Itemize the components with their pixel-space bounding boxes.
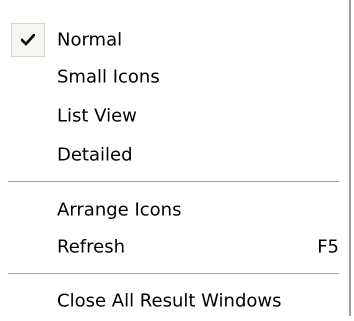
menu-item-small-icons[interactable]: Small Icons bbox=[3, 57, 343, 97]
menu-item-label: Detailed bbox=[57, 144, 133, 166]
menu-item-detailed[interactable]: Detailed bbox=[3, 135, 343, 175]
menu-item-shortcut: F5 bbox=[317, 236, 339, 258]
menu-item-label: Small Icons bbox=[57, 66, 160, 88]
menu-item-close-all-result-windows[interactable]: Close All Result Windows bbox=[3, 281, 343, 321]
menu-item-label: Arrange Icons bbox=[57, 199, 182, 221]
menu-separator bbox=[8, 273, 339, 275]
menu-item-label: Close All Result Windows bbox=[57, 290, 282, 312]
menu-item-label: Refresh bbox=[57, 236, 125, 258]
menu-separator bbox=[8, 181, 339, 183]
menu-item-list-view[interactable]: List View bbox=[3, 96, 343, 136]
menu-item-label: List View bbox=[57, 105, 137, 127]
context-menu: Normal Small Icons List View Detailed Ar… bbox=[0, 0, 351, 316]
menu-item-label: Normal bbox=[57, 29, 123, 51]
menu-item-arrange-icons[interactable]: Arrange Icons bbox=[3, 190, 343, 230]
menu-item-refresh[interactable]: Refresh F5 bbox=[3, 227, 343, 267]
checkmark-icon bbox=[11, 23, 45, 57]
menu-item-normal[interactable]: Normal bbox=[3, 20, 343, 60]
